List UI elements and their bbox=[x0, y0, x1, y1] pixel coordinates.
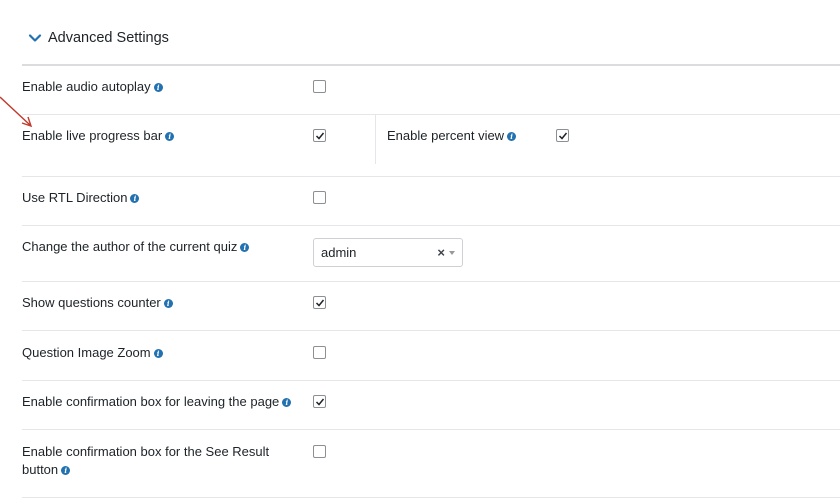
change-author-label: Change the author of the current quiz i bbox=[22, 238, 250, 256]
image-zoom-checkbox[interactable] bbox=[313, 346, 326, 359]
clear-selection-icon[interactable]: × bbox=[437, 245, 445, 260]
author-select[interactable]: admin × bbox=[313, 238, 463, 267]
info-icon[interactable]: i bbox=[165, 132, 175, 142]
column-divider bbox=[375, 115, 376, 164]
info-icon[interactable]: i bbox=[61, 466, 71, 476]
row-divider bbox=[22, 497, 840, 498]
checkmark-icon bbox=[315, 299, 324, 307]
confirm-result-checkbox[interactable] bbox=[313, 445, 326, 458]
percent-view-checkbox[interactable] bbox=[556, 129, 569, 142]
info-icon[interactable]: i bbox=[153, 349, 163, 359]
live-progress-checkbox[interactable] bbox=[313, 129, 326, 142]
info-icon[interactable]: i bbox=[130, 194, 140, 204]
checkmark-icon bbox=[315, 132, 324, 140]
row-divider bbox=[22, 429, 840, 430]
rtl-direction-checkbox[interactable] bbox=[313, 191, 326, 204]
info-icon[interactable]: i bbox=[163, 299, 173, 309]
advanced-settings-toggle[interactable]: Advanced Settings bbox=[28, 30, 169, 46]
checkmark-icon bbox=[558, 132, 567, 140]
row-divider bbox=[22, 176, 840, 177]
rtl-direction-label: Use RTL Direction i bbox=[22, 189, 140, 207]
percent-view-label: Enable percent view i bbox=[387, 127, 517, 145]
row-divider bbox=[22, 380, 840, 381]
header-divider bbox=[22, 64, 840, 66]
dropdown-caret-icon[interactable] bbox=[449, 250, 455, 255]
row-divider bbox=[22, 114, 840, 115]
section-title: Advanced Settings bbox=[48, 30, 169, 46]
audio-autoplay-checkbox[interactable] bbox=[313, 80, 326, 93]
image-zoom-label: Question Image Zoom i bbox=[22, 344, 163, 362]
row-divider bbox=[22, 281, 840, 282]
confirm-leave-checkbox[interactable] bbox=[313, 395, 326, 408]
live-progress-label: Enable live progress bar i bbox=[22, 127, 175, 145]
row-divider bbox=[22, 330, 840, 331]
row-divider bbox=[22, 225, 840, 226]
questions-counter-checkbox[interactable] bbox=[313, 296, 326, 309]
info-icon[interactable]: i bbox=[153, 83, 163, 93]
info-icon[interactable]: i bbox=[507, 132, 517, 142]
checkmark-icon bbox=[315, 398, 324, 406]
questions-counter-label: Show questions counter i bbox=[22, 294, 173, 312]
confirm-leave-label: Enable confirmation box for leaving the … bbox=[22, 393, 292, 411]
info-icon[interactable]: i bbox=[240, 243, 250, 253]
chevron-down-icon bbox=[28, 31, 42, 45]
author-select-value: admin bbox=[321, 245, 357, 260]
audio-autoplay-label: Enable audio autoplay i bbox=[22, 78, 163, 96]
confirm-result-label: Enable confirmation box for the See Resu… bbox=[22, 444, 270, 477]
info-icon[interactable]: i bbox=[282, 398, 292, 408]
